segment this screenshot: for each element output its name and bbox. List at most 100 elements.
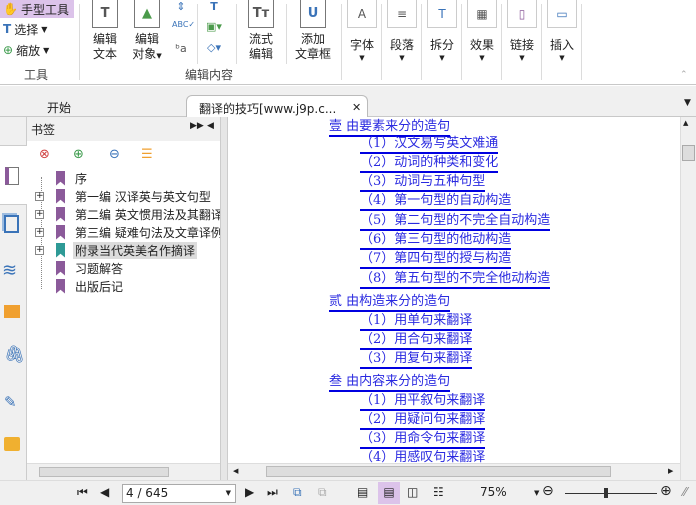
toc-item-link[interactable]: （2）动词的种类和变化 [360, 155, 499, 173]
horizontal-scrollbar[interactable]: ◀ ▶ [228, 463, 680, 480]
hand-tool-button[interactable]: ✋ 手型工具 [0, 0, 74, 18]
bookmark-item[interactable]: 出版后记 [37, 277, 125, 295]
add-shape-icon[interactable]: ◇▾ [205, 41, 223, 59]
last-page-button[interactable]: ⏭ [267, 485, 278, 500]
expand-icon[interactable]: + [35, 191, 44, 201]
panel-splitter[interactable] [220, 117, 228, 480]
bookmark-icon [56, 224, 65, 240]
toc-item-link[interactable]: （1）用单句来翻译 [360, 313, 473, 331]
toc-item-link[interactable]: （1）用平叙句来翻译 [360, 393, 486, 411]
expand-icon[interactable]: + [35, 245, 44, 255]
line-spacing-icon[interactable]: ⇕ [172, 0, 190, 18]
collapse-panel-icon[interactable]: ◀ [207, 121, 214, 131]
continuous-page-icon[interactable]: ▤ [378, 482, 400, 504]
font-icon: A [347, 0, 377, 28]
toc-section-link[interactable]: 贰 由构造来分的造句 [329, 294, 451, 312]
continuous-facing-icon[interactable]: ☷ [433, 485, 444, 499]
zoom-dropdown-icon[interactable]: ▼ [534, 489, 539, 497]
toc-item-link[interactable]: （8）第五句型的不完全他动构造 [360, 271, 551, 289]
tab-document[interactable]: 翻译的技巧[www.j9p.c... ✕ [186, 95, 368, 117]
bookmark-item[interactable]: 习题解答 [37, 259, 125, 277]
zoom-slider[interactable] [565, 493, 657, 494]
insert-button[interactable]: ▭ 插入 ▼ [547, 0, 577, 62]
toc-item-link[interactable]: （3）动词与五种句型 [360, 174, 486, 192]
expand-icon[interactable]: + [35, 227, 44, 237]
spellcheck-icon[interactable]: ABC✓ [172, 20, 195, 38]
toc-item-link[interactable]: （1）汉文易写英文难通 [360, 136, 499, 154]
facing-pages-icon[interactable]: ◫ [407, 485, 418, 499]
signature-icon[interactable]: ✎ [4, 393, 17, 411]
edit-object-button[interactable]: ▲ 编辑 对象▼ [130, 0, 164, 64]
flow-edit-button[interactable]: Tт 流式 编辑 [246, 0, 276, 62]
edit-text-button[interactable]: T 编辑 文本 [90, 0, 120, 62]
toc-item-link[interactable]: （4）第一句型的自动构造 [360, 193, 512, 211]
font-button[interactable]: A 字体 ▼ [347, 0, 377, 62]
bookmark-item[interactable]: 序 [37, 169, 89, 187]
effects-icon: ▦ [467, 0, 497, 28]
close-tab-icon[interactable]: ✕ [352, 101, 361, 114]
toc-section-link[interactable]: 壹 由要素来分的造句 [329, 119, 451, 137]
zoom-level[interactable]: 75% [480, 485, 507, 499]
delete-bookmark-icon[interactable]: ⊗ [39, 147, 50, 162]
tab-home[interactable]: 开始 [35, 95, 185, 117]
article-icon: U [300, 0, 326, 28]
goto-bookmark-icon[interactable]: ⊖ [109, 147, 120, 162]
collapse-ribbon-icon[interactable]: ⌃ [680, 70, 688, 80]
bookmark-item[interactable]: + 第一编 汉译英与英文句型 [35, 187, 213, 205]
vertical-scroll-thumb[interactable] [682, 145, 695, 161]
zoom-tool-button[interactable]: ⊕ 缩放 ▼ [0, 41, 49, 59]
vertical-scrollbar[interactable]: ▲ [680, 117, 696, 480]
zoom-out-button[interactable]: ⊖ [542, 483, 554, 499]
expand-icon[interactable]: + [35, 209, 44, 219]
toc-item-link[interactable]: （6）第三句型的他动构造 [360, 232, 512, 250]
previous-page-button[interactable]: ◀ [100, 485, 109, 499]
comments-icon[interactable] [4, 305, 20, 318]
add-bookmark-icon[interactable]: ⊕ [73, 147, 84, 162]
toc-item-link[interactable]: （5）第二句型的不完全自动构造 [360, 213, 551, 231]
zoom-slider-thumb[interactable] [604, 488, 609, 498]
first-page-button[interactable]: ⏮ [77, 485, 88, 500]
next-view-icon[interactable]: ⧉ [318, 485, 327, 500]
bookmarks-panel: 书签 ▶▶ ◀ ⊗ ⊕ ⊖ ☰ 序 + 第一编 汉译英与英文句型 + 第二编 英文惯用法… [27, 117, 223, 480]
security-lock-icon[interactable] [4, 437, 20, 451]
link-button[interactable]: ▯ 链接 ▼ [507, 0, 537, 62]
toc-item-link[interactable]: （3）用复句来翻译 [360, 351, 473, 369]
attachment-icon[interactable]: 🖇 [4, 345, 26, 365]
resize-grip-icon[interactable]: ⁄⁄ [683, 485, 687, 499]
split-button[interactable]: T 拆分 ▼ [427, 0, 457, 62]
bookmark-properties-icon[interactable]: ☰ [141, 147, 153, 162]
single-page-icon[interactable]: ▤ [357, 485, 368, 499]
select-tool-button[interactable]: T 选择 ▼ [0, 20, 47, 38]
bookmark-item[interactable]: + 第三编 疑难句法及文章译例 [35, 223, 225, 241]
next-page-button[interactable]: ▶ [245, 485, 254, 499]
expand-panel-icon[interactable]: ▶▶ [190, 121, 204, 131]
page-number-input[interactable]: 4 / 645 ▼ [122, 484, 236, 503]
zoom-in-button[interactable]: ⊕ [660, 483, 672, 499]
pages-thumbnails-icon[interactable] [4, 215, 19, 233]
add-article-button[interactable]: U 添加 文章框 [294, 0, 332, 62]
add-text-icon[interactable]: T [205, 0, 223, 18]
zoom-icon: ⊕ [3, 43, 14, 57]
bookmark-label: 习题解答 [75, 261, 124, 276]
toc-item-link[interactable]: （2）用疑问句来翻译 [360, 412, 486, 430]
toc-item-link[interactable]: （7）第四句型的授与构造 [360, 251, 512, 269]
toc-item-link[interactable]: （3）用命令句来翻译 [360, 431, 486, 449]
bookmark-item[interactable]: + 第二编 英文惯用法及其翻译 [35, 205, 225, 223]
previous-view-icon[interactable]: ⧉ [293, 485, 302, 500]
effects-button[interactable]: ▦ 效果 ▼ [467, 0, 497, 62]
toc-item-link[interactable]: （2）用合句来翻译 [360, 332, 473, 350]
tab-list-dropdown-icon[interactable]: ▼ [684, 98, 691, 108]
layers-icon[interactable]: ≋ [2, 260, 17, 281]
bookmark-item[interactable]: + 附录当代英美名作摘译 [35, 241, 198, 259]
tab-bar: 开始 翻译的技巧[www.j9p.c... ✕ ▼ [0, 86, 696, 117]
toc-section-link[interactable]: 叁 由内容来分的造句 [329, 374, 451, 392]
text-replace-icon[interactable]: ᵇa [172, 42, 190, 60]
horizontal-scroll-thumb[interactable] [266, 466, 611, 477]
paragraph-icon: ≡ [387, 0, 417, 28]
paragraph-button[interactable]: ≡ 段落 ▼ [387, 0, 417, 62]
bookmarks-horizontal-scrollbar[interactable] [27, 463, 220, 480]
toc-item-link[interactable]: （4）用感叹句来翻译 [360, 450, 485, 463]
page-icon[interactable] [5, 167, 19, 185]
tools-group-label: 工具 [24, 68, 49, 82]
add-image-icon[interactable]: ▣▾ [205, 20, 223, 38]
